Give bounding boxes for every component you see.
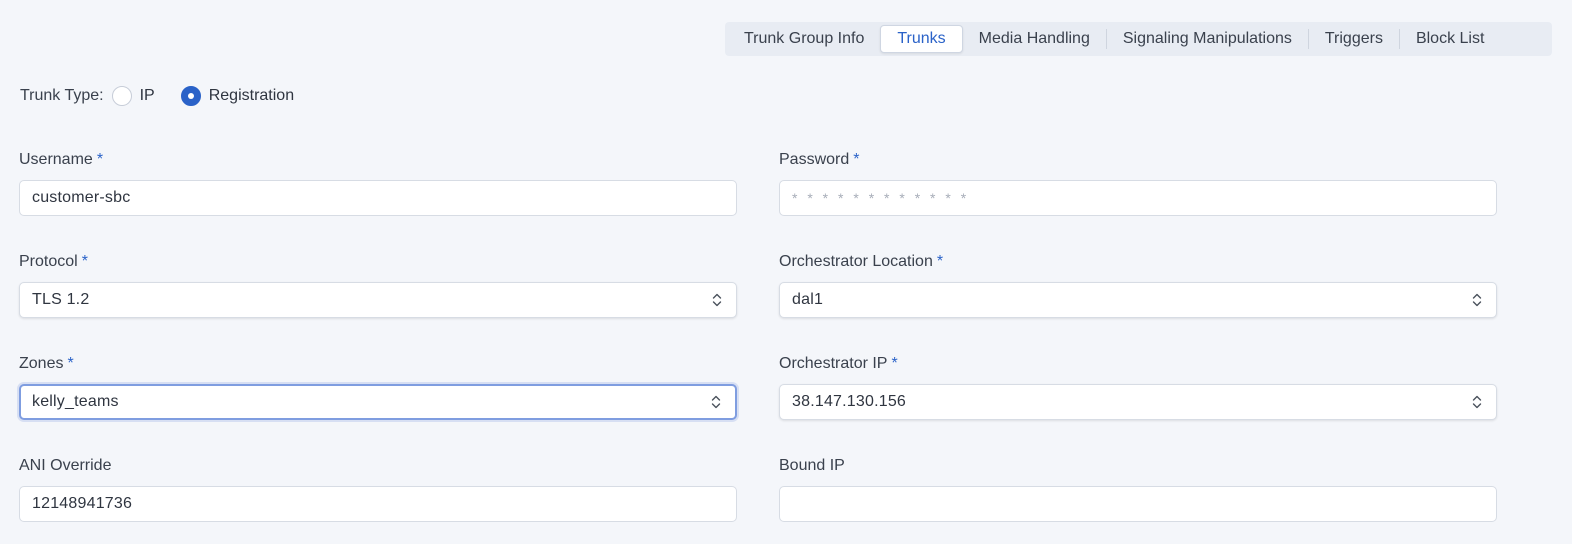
password-input[interactable]: * * * * * * * * * * * * xyxy=(779,180,1497,216)
select-chevron-icon xyxy=(1472,293,1482,307)
zones-field-group: Zones * kelly_teams xyxy=(19,354,737,420)
protocol-value: TLS 1.2 xyxy=(32,291,90,308)
orchestrator-ip-value: 38.147.130.156 xyxy=(792,393,907,410)
password-placeholder: * * * * * * * * * * * * xyxy=(792,190,970,206)
orchestrator-ip-label: Orchestrator IP * xyxy=(779,355,898,372)
ani-override-input[interactable]: 12148941736 xyxy=(19,486,737,522)
username-label: Username * xyxy=(19,151,104,168)
protocol-field-group: Protocol * TLS 1.2 xyxy=(19,252,737,318)
username-field-group: Username * customer-sbc xyxy=(19,150,737,216)
trunk-type-ip-option[interactable]: IP xyxy=(111,86,155,106)
bound-ip-input[interactable] xyxy=(779,486,1497,522)
orchestrator-location-field-group: Orchestrator Location * dal1 xyxy=(779,252,1497,318)
orchestrator-ip-field-group: Orchestrator IP * 38.147.130.156 xyxy=(779,354,1497,420)
select-chevron-icon xyxy=(711,395,721,409)
username-input[interactable]: customer-sbc xyxy=(19,180,737,216)
bound-ip-field-group: Bound IP xyxy=(779,456,1497,522)
radio-registration[interactable] xyxy=(180,86,201,106)
orchestrator-location-select[interactable]: dal1 xyxy=(779,282,1497,318)
tab-trunk-group-info[interactable]: Trunk Group Info xyxy=(728,25,880,53)
tab-block-list[interactable]: Block List xyxy=(1400,25,1500,53)
password-field-group: Password * * * * * * * * * * * * * xyxy=(779,150,1497,216)
tab-bar: Trunk Group Info Trunks Media Handling S… xyxy=(725,22,1552,56)
zones-value: kelly_teams xyxy=(32,393,119,410)
trunk-type-label: Trunk Type: xyxy=(20,87,104,104)
ani-override-label: ANI Override xyxy=(19,457,112,474)
select-chevron-icon xyxy=(712,293,722,307)
orchestrator-location-value: dal1 xyxy=(792,291,824,308)
radio-registration-label: Registration xyxy=(208,87,295,104)
zones-label: Zones * xyxy=(19,355,74,372)
zones-select[interactable]: kelly_teams xyxy=(19,384,737,420)
ani-override-field-group: ANI Override 12148941736 xyxy=(19,456,737,522)
tab-triggers[interactable]: Triggers xyxy=(1309,25,1399,53)
bound-ip-label: Bound IP xyxy=(779,457,845,474)
protocol-label: Protocol * xyxy=(19,253,88,270)
password-label: Password * xyxy=(779,151,860,168)
trunk-type-registration-option[interactable]: Registration xyxy=(180,86,295,106)
select-chevron-icon xyxy=(1472,395,1482,409)
tab-media-handling[interactable]: Media Handling xyxy=(963,25,1106,53)
orchestrator-ip-select[interactable]: 38.147.130.156 xyxy=(779,384,1497,420)
radio-ip-label: IP xyxy=(139,87,155,104)
orchestrator-location-label: Orchestrator Location * xyxy=(779,253,944,270)
radio-ip[interactable] xyxy=(111,86,132,106)
trunk-type-group: Trunk Type: IP Registration xyxy=(20,84,294,108)
protocol-select[interactable]: TLS 1.2 xyxy=(19,282,737,318)
tab-signaling-manipulations[interactable]: Signaling Manipulations xyxy=(1107,25,1308,53)
tab-trunks[interactable]: Trunks xyxy=(880,25,963,53)
